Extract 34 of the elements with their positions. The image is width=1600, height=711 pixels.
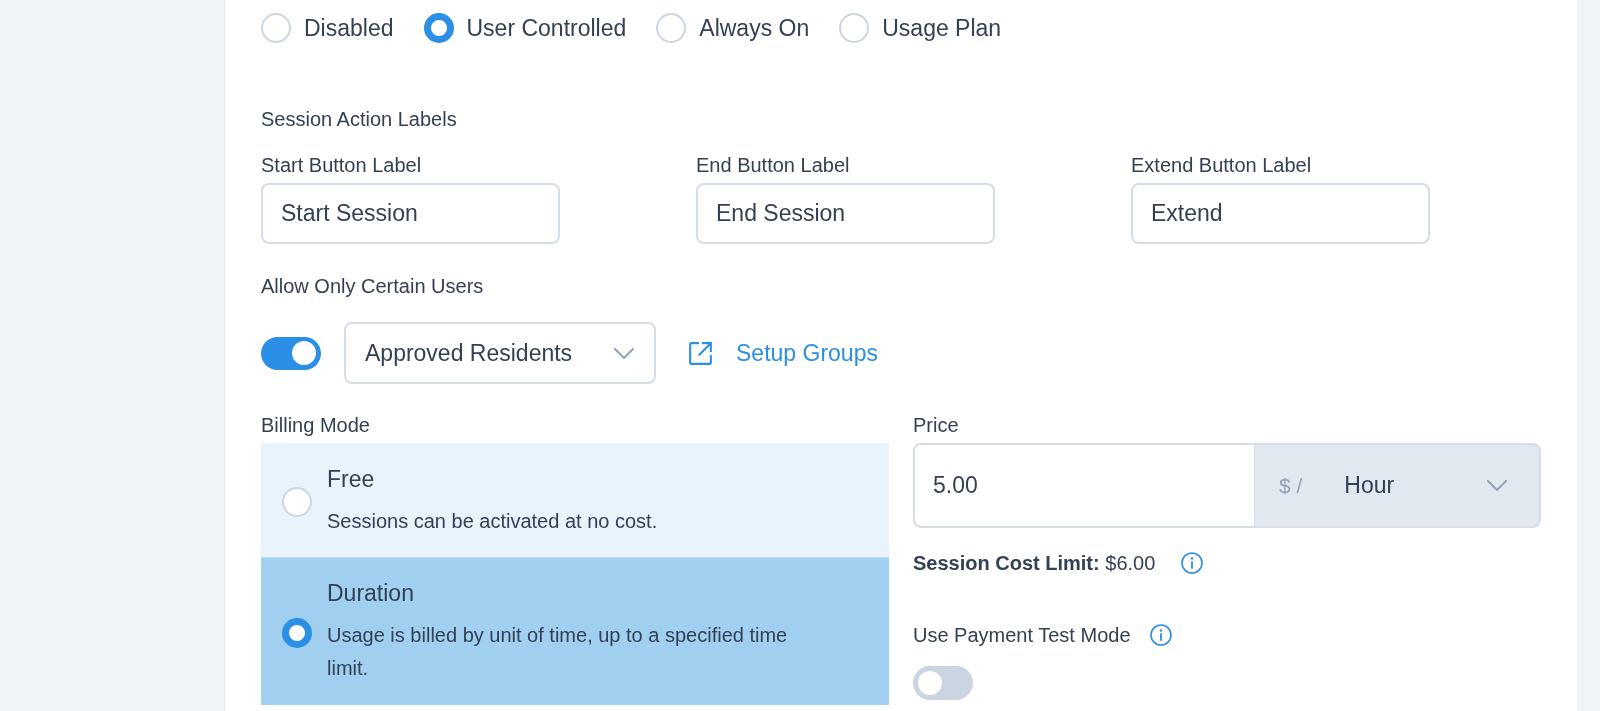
session-cost-limit: Session Cost Limit: $6.00 (913, 551, 1156, 575)
radio-label[interactable]: Always On (699, 13, 810, 43)
radio-label[interactable]: User Controlled (466, 13, 627, 43)
toggle-switch[interactable] (261, 336, 321, 370)
radio-button[interactable] (423, 13, 454, 43)
chevron-down-icon (1487, 480, 1507, 491)
option-title: Free (327, 466, 375, 492)
external-link-icon (689, 341, 712, 365)
billing-option-card[interactable]: Duration Usage is billed by unit of time, up to a specified time limit. (261, 557, 889, 705)
text-input[interactable]: Start Session (261, 183, 560, 244)
toggle-switch[interactable] (913, 666, 973, 700)
field-label: Use Payment Test Mode (913, 623, 1131, 647)
text-input[interactable]: End Session (696, 183, 995, 244)
chevron-down-icon (614, 347, 634, 359)
radio-button[interactable] (282, 617, 312, 648)
group-dropdown[interactable]: Approved Residents (344, 322, 656, 384)
option-description: Usage is billed by unit of time, up to a specified time limit. (327, 623, 789, 681)
field-label: Start Button Label (261, 153, 422, 177)
option-description: Sessions can be activated at no cost. (327, 509, 659, 534)
field-label: Price (913, 413, 959, 437)
text-input[interactable]: Extend (1131, 183, 1430, 244)
price-input[interactable]: 5.00 (913, 443, 1255, 528)
unit-select[interactable]: $ / Hour (1255, 443, 1541, 528)
info-icon[interactable] (1149, 624, 1172, 646)
section-heading: Session Action Labels (261, 107, 457, 131)
billing-option-card[interactable]: Free Sessions can be activated at no cost. (261, 443, 889, 557)
field-label: Billing Mode (261, 413, 370, 437)
info-icon[interactable] (1181, 552, 1204, 574)
field-label: End Button Label (696, 153, 850, 177)
radio-label[interactable]: Usage Plan (882, 13, 1002, 43)
radio-label[interactable]: Disabled (304, 13, 394, 43)
field-label: Allow Only Certain Users (261, 274, 484, 298)
field-label: Extend Button Label (1131, 153, 1312, 177)
option-title: Duration (327, 580, 414, 606)
